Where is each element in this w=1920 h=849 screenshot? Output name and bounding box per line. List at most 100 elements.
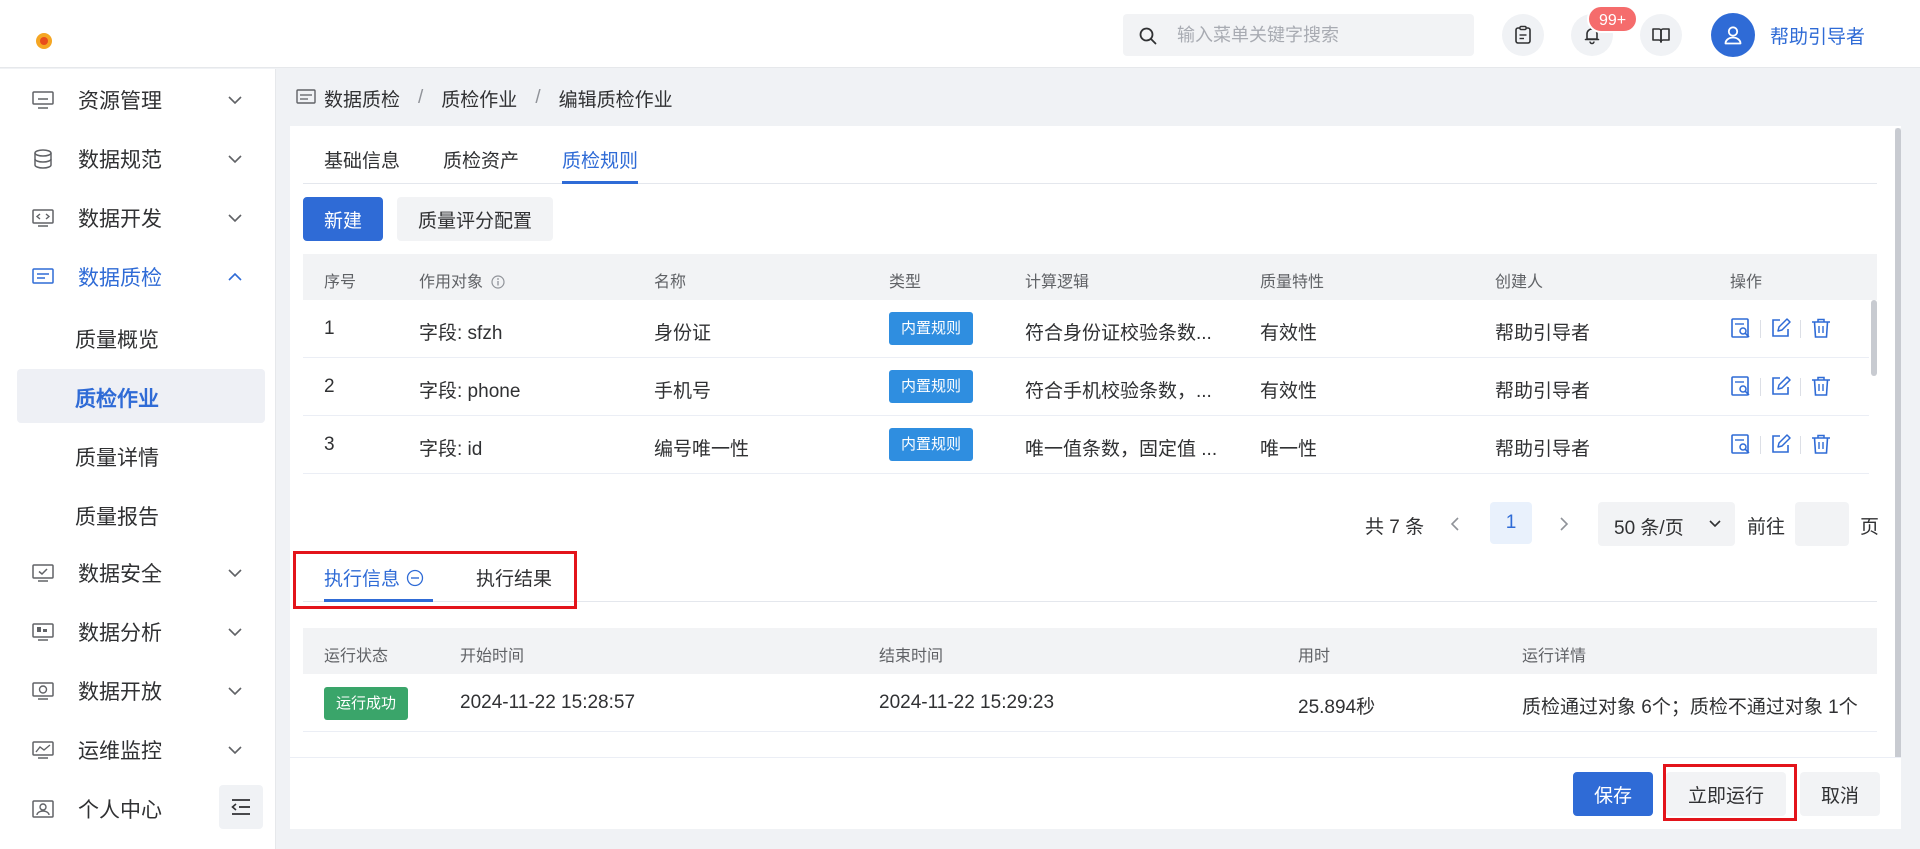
pagination-unit-label: 页	[1860, 517, 1880, 538]
cell-index: 3	[324, 434, 335, 455]
column-header: 结束时间	[879, 648, 944, 665]
sidebar-subitem-label: 质量报告	[75, 506, 159, 529]
sidebar-item-security[interactable]: 数据安全	[17, 546, 265, 600]
cell-index: 1	[324, 318, 335, 339]
rule-type-tag: 内置规则	[889, 312, 974, 345]
new-rule-button[interactable]: 新建	[303, 197, 383, 241]
pagination-total: 共 7 条	[1365, 517, 1425, 538]
sidebar: 资源管理 数据规范 数据开发 数据质检 质量概览 质检作业 质量详情 质量报告 …	[0, 69, 276, 849]
view-detail-icon[interactable]	[1730, 433, 1752, 455]
action-divider	[1760, 320, 1761, 338]
pagination-page-1[interactable]: 1	[1490, 502, 1532, 544]
trash-icon[interactable]	[1810, 375, 1832, 397]
sidebar-item-label: 数据规范	[78, 149, 162, 172]
breadcrumb-item[interactable]: 数据质检	[324, 85, 400, 112]
column-header: 计算逻辑	[1025, 274, 1090, 291]
cell-end-time: 2024-11-22 15:29:23	[879, 692, 1055, 713]
docs-button[interactable]	[1640, 14, 1682, 56]
sidebar-subitem-details[interactable]: 质量详情	[17, 428, 265, 482]
job-tabs: 基础信息 质检资产 质检规则	[303, 136, 1877, 184]
clipboard-icon	[1515, 25, 1531, 44]
cell-index: 2	[324, 376, 335, 397]
sidebar-item-label: 数据开发	[78, 208, 162, 231]
quality-check-icon	[32, 268, 54, 284]
user-name[interactable]: 帮助引导者	[1770, 22, 1865, 49]
app-logo[interactable]	[36, 33, 52, 49]
tab-assets[interactable]: 质检资产	[443, 146, 519, 173]
chart-line-icon	[32, 741, 54, 759]
trash-icon[interactable]	[1810, 433, 1832, 455]
cell-creator: 帮助引导者	[1495, 323, 1591, 344]
sidebar-subitem-label: 质量详情	[75, 447, 159, 470]
database-icon	[34, 149, 52, 169]
breadcrumb-separator: /	[418, 87, 424, 108]
sidebar-item-label: 数据开放	[78, 681, 162, 704]
sidebar-item-develop[interactable]: 数据开发	[17, 191, 265, 245]
panel-scrollbar-thumb[interactable]	[1895, 128, 1901, 760]
chevron-down-icon	[228, 214, 242, 223]
sidebar-item-analysis[interactable]: 数据分析	[17, 605, 265, 659]
app-root: 99+ 帮助引导者 资源管理 数据规范 数据开发 数据质检	[0, 0, 1920, 849]
sidebar-item-monitor[interactable]: 运维监控	[17, 723, 265, 777]
highlight-exec-tabs	[293, 551, 577, 609]
page-size-value: 50 条/页	[1614, 518, 1684, 539]
sidebar-subitem-overview[interactable]: 质量概览	[17, 310, 265, 364]
profile-icon	[32, 800, 54, 818]
edit-icon[interactable]	[1770, 375, 1792, 397]
chevron-left-icon[interactable]	[1448, 516, 1462, 532]
menu-search[interactable]	[1123, 14, 1474, 56]
info-icon[interactable]	[491, 275, 505, 289]
sidebar-item-quality[interactable]: 数据质检	[17, 250, 265, 304]
cell-start-time: 2024-11-22 15:28:57	[460, 692, 636, 713]
cell-logic: 符合手机校验条数，...	[1025, 381, 1212, 402]
sidebar-item-label: 数据分析	[78, 622, 162, 645]
cell-target: 字段: id	[419, 439, 483, 460]
clipboard-button[interactable]	[1502, 14, 1544, 56]
breadcrumb: 数据质检 / 质检作业 / 编辑质检作业	[296, 84, 673, 112]
sidebar-subitem-report[interactable]: 质量报告	[17, 487, 265, 541]
column-header: 操作	[1730, 274, 1763, 291]
chevron-down-icon	[228, 569, 242, 578]
search-input[interactable]	[1177, 14, 1462, 56]
rules-table-header: 序号 作用对象 名称 类型 计算逻辑 质量特性 创建人 操作	[303, 254, 1877, 300]
sidebar-item-resource[interactable]: 资源管理	[17, 73, 265, 127]
view-detail-icon[interactable]	[1730, 375, 1752, 397]
pagination-goto-input[interactable]	[1795, 502, 1849, 546]
page-size-select[interactable]: 50 条/页	[1598, 502, 1735, 546]
sidebar-collapse-button[interactable]	[219, 785, 263, 829]
view-detail-icon[interactable]	[1730, 317, 1752, 339]
trash-icon[interactable]	[1810, 317, 1832, 339]
tab-rules[interactable]: 质检规则	[562, 146, 638, 173]
chevron-down-icon	[228, 155, 242, 164]
sidebar-subitem-jobs[interactable]: 质检作业	[17, 369, 265, 423]
cell-creator: 帮助引导者	[1495, 439, 1591, 460]
tab-active-indicator	[562, 181, 638, 184]
edit-icon[interactable]	[1770, 433, 1792, 455]
search-icon	[1139, 27, 1157, 45]
sidebar-subitem-label: 质检作业	[75, 388, 159, 411]
user-avatar[interactable]	[1711, 13, 1755, 57]
cell-logic: 符合身份证校验条数...	[1025, 323, 1212, 344]
save-button[interactable]: 保存	[1573, 772, 1653, 816]
table-scrollbar-thumb[interactable]	[1871, 300, 1877, 376]
breadcrumb-item[interactable]: 质检作业	[441, 85, 517, 112]
breadcrumb-current: 编辑质检作业	[558, 89, 673, 111]
sidebar-item-standard[interactable]: 数据规范	[17, 132, 265, 186]
pagination-goto-label: 前往	[1747, 517, 1786, 538]
sidebar-item-label: 资源管理	[78, 90, 162, 113]
edit-icon[interactable]	[1770, 317, 1792, 339]
shield-check-icon	[32, 564, 54, 582]
cancel-button[interactable]: 取消	[1800, 772, 1880, 816]
table-row: 运行成功 2024-11-22 15:28:57 2024-11-22 15:2…	[303, 674, 1877, 732]
code-icon	[32, 209, 54, 227]
action-divider	[1760, 436, 1761, 454]
sidebar-item-open[interactable]: 数据开放	[17, 664, 265, 718]
chevron-right-icon[interactable]	[1557, 516, 1571, 532]
breadcrumb-separator: /	[535, 87, 541, 108]
sidebar-subitem-label: 质量概览	[75, 329, 159, 352]
score-config-button[interactable]: 质量评分配置	[397, 197, 553, 241]
chevron-down-icon	[228, 96, 242, 105]
action-divider	[1760, 378, 1761, 396]
column-header: 运行详情	[1522, 648, 1587, 665]
tab-basic-info[interactable]: 基础信息	[324, 146, 400, 173]
